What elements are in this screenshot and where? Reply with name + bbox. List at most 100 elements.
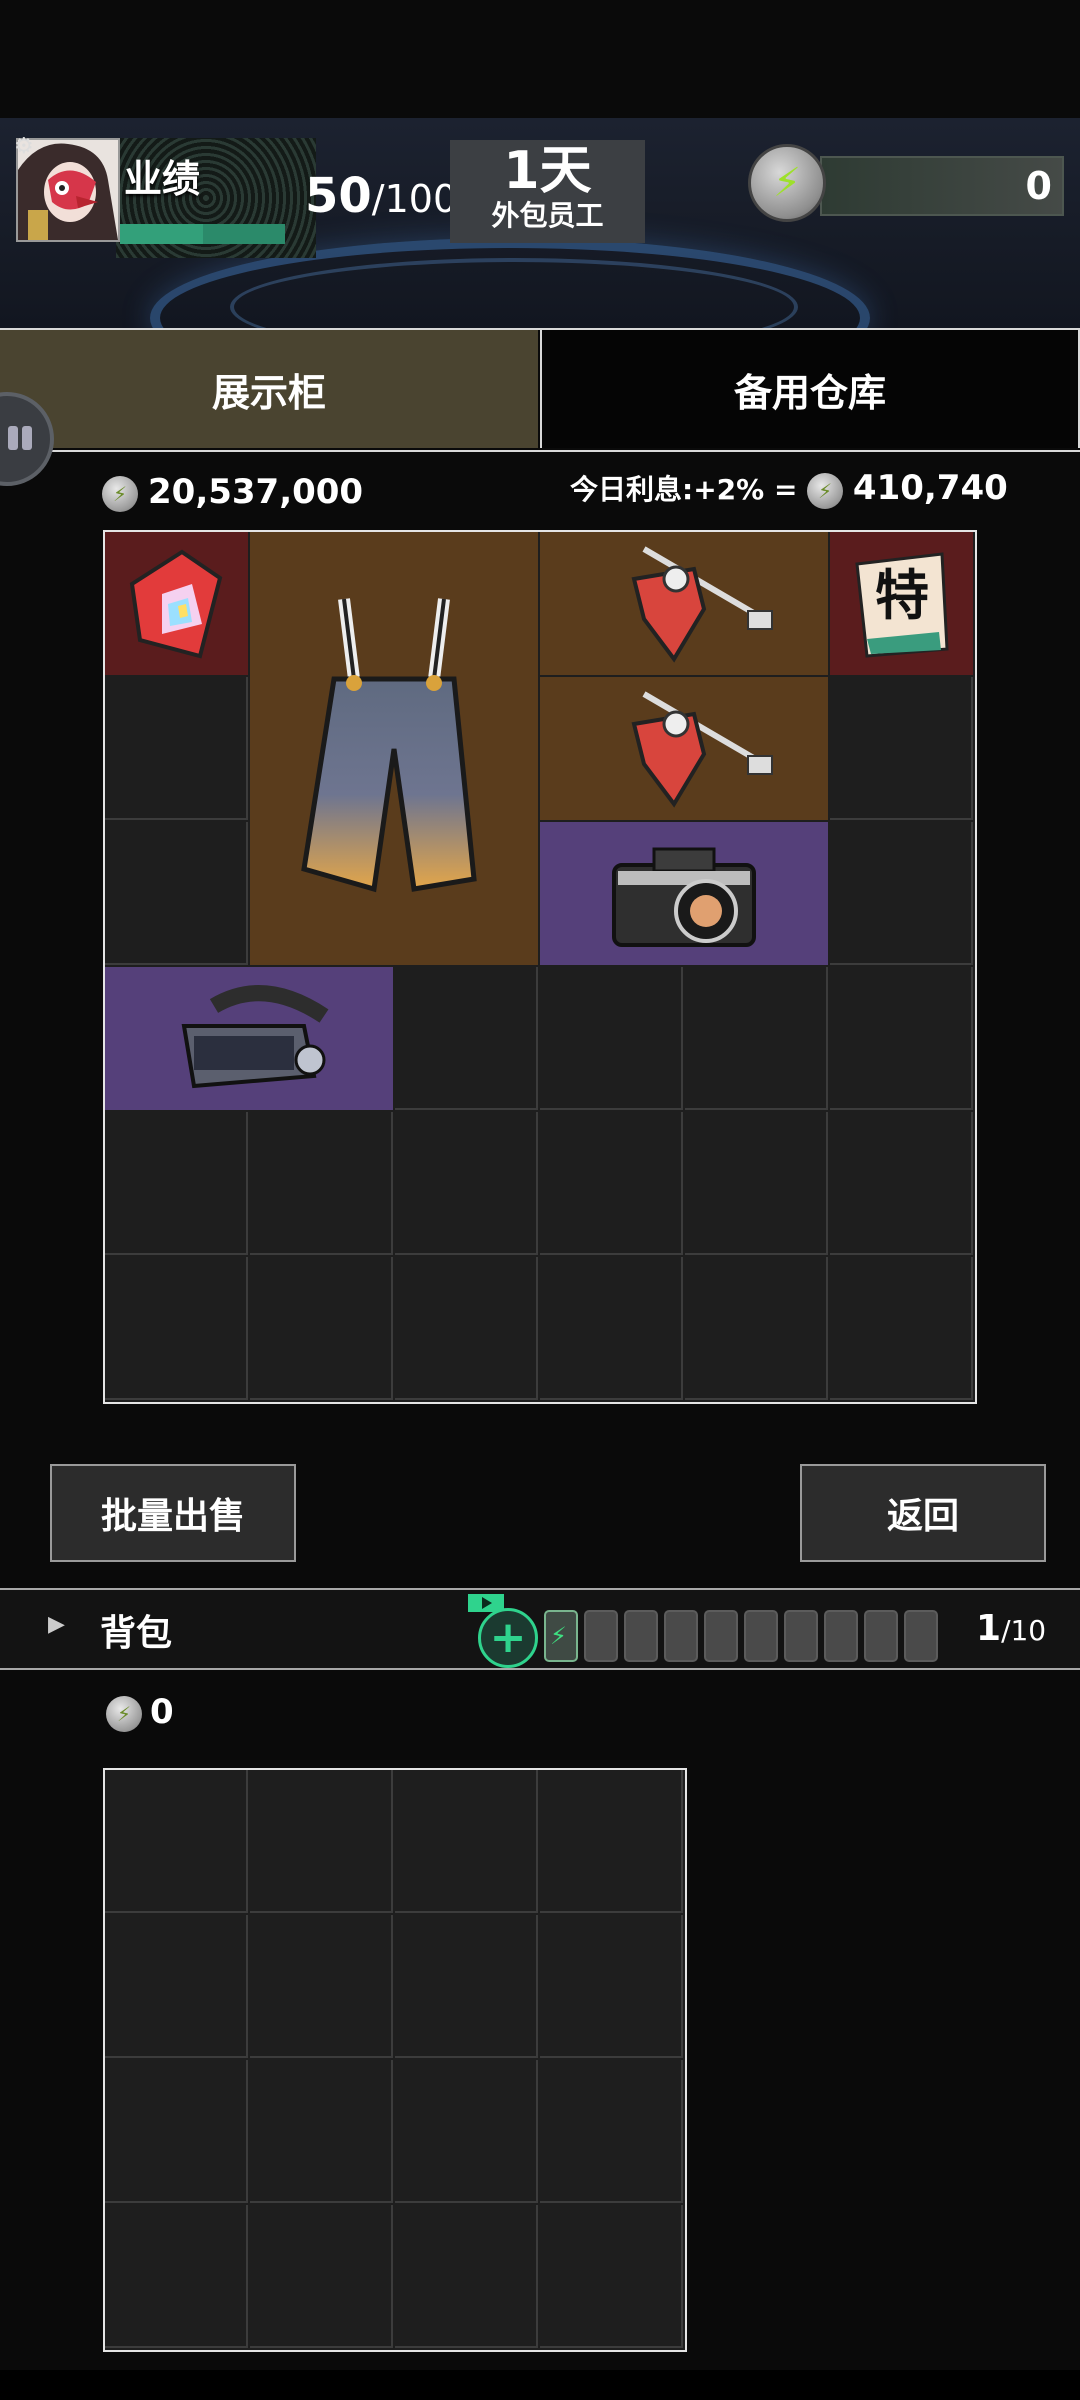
- camera-icon: [612, 847, 756, 947]
- energy-value: 0: [1025, 164, 1052, 208]
- coin-icon: ⚡: [807, 473, 844, 509]
- battery-empty-icon: [624, 1610, 658, 1662]
- grid-slot[interactable]: [395, 2060, 538, 2203]
- battery-empty-icon: [584, 1610, 618, 1662]
- rainbow-crystal-item[interactable]: [105, 532, 248, 675]
- grid-slot[interactable]: [105, 2060, 248, 2203]
- daily-interest: 今日利息:+2% = ⚡ 410,740: [570, 468, 1008, 509]
- vr-headset-icon: [181, 985, 329, 1089]
- battery-full-icon: [544, 1610, 578, 1662]
- grid-slot[interactable]: [395, 1112, 538, 1255]
- grid-slot[interactable]: [830, 822, 973, 965]
- grid-slot[interactable]: [540, 967, 683, 1110]
- bulk-sell-button[interactable]: 批量出售: [50, 1464, 296, 1562]
- backpack-header[interactable]: ▶ 背包 + 1/10: [0, 1588, 1080, 1670]
- grid-slot[interactable]: [685, 1112, 828, 1255]
- camera-item[interactable]: [540, 822, 828, 965]
- lightning-coin-icon: ⚡: [748, 144, 826, 222]
- battery-max: /10: [1001, 1614, 1047, 1647]
- grid-slot[interactable]: [105, 1770, 248, 1913]
- grid-slot[interactable]: [250, 1770, 393, 1913]
- tab-storage[interactable]: 备用仓库: [540, 330, 1080, 448]
- grid-slot[interactable]: [395, 967, 538, 1110]
- battery-empty-icon: [904, 1610, 938, 1662]
- battery-empty-icon: [744, 1610, 778, 1662]
- grid-slot[interactable]: [540, 2205, 683, 2348]
- battery-empty-icon: [664, 1610, 698, 1662]
- red-spinning-top-item[interactable]: [540, 532, 828, 675]
- performance-progress-bar: [120, 224, 285, 244]
- battery-current: 1: [976, 1608, 1002, 1649]
- grid-slot[interactable]: [540, 1257, 683, 1400]
- grid-slot[interactable]: [830, 1112, 973, 1255]
- grid-slot[interactable]: [395, 1915, 538, 2058]
- performance-value: 50/100: [305, 168, 457, 224]
- day-rank-box: 1天 外包员工: [450, 140, 645, 243]
- back-button[interactable]: 返回: [800, 1464, 1046, 1562]
- handle-grip-icon: [22, 426, 32, 450]
- grid-slot[interactable]: [540, 2060, 683, 2203]
- grid-slot[interactable]: [540, 1112, 683, 1255]
- showcase-grid: 特: [103, 530, 977, 1404]
- suspender-pants-item[interactable]: [250, 532, 538, 965]
- interest-label: 今日利息:+2% =: [570, 473, 798, 506]
- gear-icon[interactable]: ⚙: [14, 134, 34, 159]
- add-battery-button[interactable]: +: [478, 1608, 538, 1668]
- expand-arrow-icon[interactable]: ▶: [48, 1612, 65, 1637]
- performance-max: /100: [371, 177, 458, 221]
- showcase-money: ⚡ 20,537,000: [102, 472, 363, 512]
- day-count: 1天: [503, 141, 592, 201]
- interest-value: 410,740: [852, 468, 1008, 508]
- rank-title: 外包员工: [491, 199, 604, 232]
- backpack-money: ⚡ 0: [106, 1692, 174, 1732]
- grid-slot[interactable]: [395, 2205, 538, 2348]
- battery-empty-icon: [784, 1610, 818, 1662]
- tab-showcase[interactable]: 展示柜: [0, 330, 538, 448]
- grid-slot[interactable]: [395, 1770, 538, 1913]
- backpack-label: 背包: [100, 1613, 173, 1654]
- ticket-icon: 特: [854, 551, 949, 658]
- system-nav-bar: [0, 2370, 1080, 2400]
- battery-empty-icon: [824, 1610, 858, 1662]
- grid-slot[interactable]: [250, 1915, 393, 2058]
- coin-icon: ⚡: [102, 475, 138, 512]
- backpack-money-amount: 0: [150, 1692, 174, 1732]
- grid-slot[interactable]: [250, 1112, 393, 1255]
- grid-slot[interactable]: [105, 1257, 248, 1400]
- vr-headset-item[interactable]: [105, 967, 393, 1110]
- grid-slot[interactable]: [105, 2205, 248, 2348]
- grid-slot[interactable]: [250, 2060, 393, 2203]
- special-ticket-item[interactable]: 特: [830, 532, 973, 675]
- grid-slot[interactable]: [540, 1770, 683, 1913]
- spinning-top-icon: [631, 690, 773, 808]
- grid-slot[interactable]: [830, 967, 973, 1110]
- grid-slot[interactable]: [685, 1257, 828, 1400]
- pants-icon: [301, 597, 477, 892]
- red-spinning-top-item[interactable]: [540, 677, 828, 820]
- backpack-grid: [103, 1768, 687, 2352]
- battery-empty-icon: [864, 1610, 898, 1662]
- battery-empty-icon: [704, 1610, 738, 1662]
- grid-slot[interactable]: [105, 822, 248, 965]
- handle-grip-icon: [8, 426, 18, 450]
- performance-label: 业绩: [124, 157, 201, 201]
- storage-tabs: 展示柜 备用仓库: [0, 328, 1080, 452]
- ticket-glyph: 特: [875, 564, 929, 627]
- grid-slot[interactable]: [540, 1915, 683, 2058]
- battery-count: 1/10: [976, 1608, 1046, 1649]
- grid-slot[interactable]: [685, 967, 828, 1110]
- grid-slot[interactable]: [830, 1257, 973, 1400]
- grid-slot[interactable]: [105, 1112, 248, 1255]
- grid-slot[interactable]: [105, 677, 248, 820]
- grid-slot[interactable]: [250, 2205, 393, 2348]
- grid-slot[interactable]: [105, 1915, 248, 2058]
- grid-slot[interactable]: [830, 677, 973, 820]
- top-status-bar: ⚙ 业绩 50/100 1天 外包员工 0 ⚡: [0, 118, 1080, 328]
- performance-current: 50: [305, 168, 372, 224]
- energy-bar: 0: [820, 156, 1064, 216]
- grid-slot[interactable]: [250, 1257, 393, 1400]
- grid-slot[interactable]: [395, 1257, 538, 1400]
- coin-icon: ⚡: [106, 1695, 142, 1732]
- money-amount: 20,537,000: [148, 472, 364, 512]
- crystal-icon: [129, 549, 222, 658]
